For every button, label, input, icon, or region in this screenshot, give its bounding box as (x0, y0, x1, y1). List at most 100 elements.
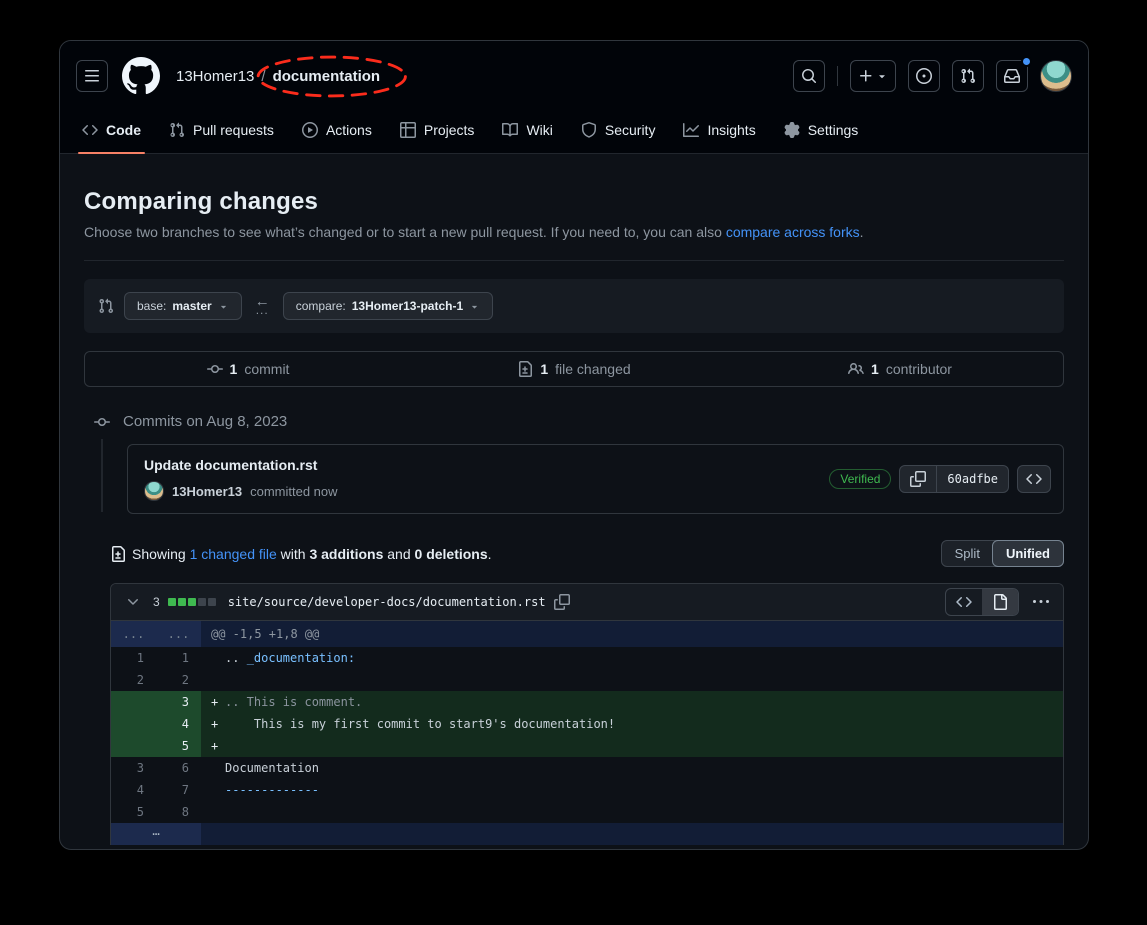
rendered-view-button[interactable] (982, 589, 1018, 615)
create-new-button[interactable] (850, 60, 896, 92)
plus-icon (858, 68, 874, 84)
copy-path-button[interactable] (554, 594, 570, 610)
base-branch-selector[interactable]: base: master (124, 292, 242, 320)
issues-button[interactable] (908, 60, 940, 92)
commit-meta: 13Homer13 committed now (144, 481, 338, 501)
tab-security[interactable]: Security (567, 107, 670, 153)
diff-block-addition (188, 598, 196, 606)
commit-sha: 60adfbe (947, 472, 998, 486)
split-view-button[interactable]: Split (942, 541, 993, 566)
diff-stat-blocks (168, 598, 216, 606)
code-line: ------------- (201, 779, 1063, 801)
source-view-button[interactable] (946, 589, 982, 615)
tab-code[interactable]: Code (68, 107, 155, 153)
compare-branch-name: 13Homer13-patch-1 (352, 299, 463, 313)
branch-selector-bar: base: master ← ... compare: 13Homer13-pa… (84, 279, 1064, 333)
shield-icon (581, 122, 597, 138)
github-window: 13Homer13 / documentation (59, 40, 1089, 850)
breadcrumb-owner-link[interactable]: 13Homer13 (176, 68, 254, 85)
tab-insights[interactable]: Insights (669, 107, 769, 153)
compare-label: compare: (296, 299, 346, 313)
old-line-number: 3 (111, 757, 156, 779)
user-avatar[interactable] (1040, 60, 1072, 92)
unified-view-button[interactable]: Unified (992, 540, 1064, 567)
file-header-actions (945, 588, 1053, 616)
tab-pull-requests[interactable]: Pull requests (155, 107, 288, 153)
expander-dots: ⋯ (111, 823, 201, 845)
changed-file-link[interactable]: 1 changed file (190, 546, 277, 562)
browse-code-button[interactable] (1017, 465, 1051, 493)
commit-info: Update documentation.rst 13Homer13 commi… (144, 457, 338, 501)
commits-stat[interactable]: 1 commit (85, 361, 411, 377)
diff-block-addition (178, 598, 186, 606)
commit-author-avatar[interactable] (144, 481, 164, 501)
diff-sign: + (211, 735, 225, 757)
commit-time-text: committed now (250, 484, 337, 499)
diff-line: 4 7 ------------- (111, 779, 1063, 801)
tab-actions[interactable]: Actions (288, 107, 386, 153)
code-line: + (201, 735, 1063, 757)
git-pull-request-icon (169, 122, 185, 138)
diff-line: 5 8 (111, 801, 1063, 823)
copy-sha-button[interactable] (899, 465, 937, 493)
diff-line: 1 1 .. _documentation: (111, 647, 1063, 669)
code-icon (82, 122, 98, 138)
commits-timeline: Commits on Aug 8, 2023 Update documentat… (84, 413, 1064, 514)
breadcrumb-repo-link[interactable]: documentation (273, 68, 381, 85)
files-changed-stat[interactable]: 1 file changed (411, 361, 737, 377)
triangle-down-icon (876, 70, 888, 82)
breadcrumb: 13Homer13 / documentation (176, 68, 380, 85)
code-line: +.. This is comment. (201, 691, 1063, 713)
new-line-number: 7 (156, 779, 201, 801)
header-divider (837, 66, 838, 86)
search-button[interactable] (793, 60, 825, 92)
code-text: .. This is comment. (225, 695, 362, 709)
page-title: Comparing changes (84, 188, 1064, 216)
diff-table: ... ... @@ -1,5 +1,8 @@ 1 1 .. _document… (111, 621, 1063, 845)
diff-view-toggle: Split Unified (941, 540, 1064, 567)
hamburger-menu-button[interactable] (76, 60, 108, 92)
subtitle-text: Choose two branches to see what’s change… (84, 224, 726, 240)
sha-button-group: 60adfbe (899, 465, 1009, 493)
header-actions (793, 60, 1072, 92)
diff-line: 2 2 (111, 669, 1063, 691)
old-line-number (111, 691, 156, 713)
app-header-zone: 13Homer13 / documentation (60, 41, 1088, 154)
new-line-number: 2 (156, 669, 201, 691)
compare-branch-selector[interactable]: compare: 13Homer13-patch-1 (283, 292, 493, 320)
file-icon (992, 594, 1008, 610)
new-line-number: 8 (156, 801, 201, 823)
collapse-file-button[interactable] (121, 594, 145, 610)
new-line-number: 5 (156, 735, 201, 757)
code-line (201, 801, 1063, 823)
tab-label: Insights (707, 122, 755, 138)
commit-author-link[interactable]: 13Homer13 (172, 484, 242, 499)
compare-across-forks-link[interactable]: compare across forks (726, 224, 860, 240)
git-commit-icon (94, 414, 110, 430)
verified-badge[interactable]: Verified (829, 469, 891, 489)
file-options-button[interactable] (1029, 594, 1053, 610)
hunk-header-text: @@ -1,5 +1,8 @@ (201, 621, 1063, 647)
subtitle-period: . (860, 224, 864, 240)
commit-actions: Verified 60adfbe (829, 465, 1051, 493)
commit-sha-button[interactable]: 60adfbe (937, 465, 1009, 493)
github-logo[interactable] (122, 57, 160, 95)
breadcrumb-separator: / (261, 68, 265, 85)
git-commit-icon (207, 361, 223, 377)
inbox-icon (1004, 68, 1020, 84)
commit-title-link[interactable]: Update documentation.rst (144, 457, 338, 473)
pull-requests-button[interactable] (952, 60, 984, 92)
commit-card: Update documentation.rst 13Homer13 commi… (127, 444, 1064, 514)
commits-date-heading: Commits on Aug 8, 2023 (84, 413, 1064, 430)
tab-wiki[interactable]: Wiki (488, 107, 566, 153)
old-line-number: 1 (111, 647, 156, 669)
inbox-wrap (996, 60, 1028, 92)
contributors-stat[interactable]: 1 contributor (737, 361, 1063, 377)
tab-settings[interactable]: Settings (770, 107, 873, 153)
new-line-number: 4 (156, 713, 201, 735)
expand-diff-row[interactable]: ⋯ (111, 823, 1063, 845)
tab-projects[interactable]: Projects (386, 107, 489, 153)
file-diff-panel: 3 site/source/developer-docs/documentati… (110, 583, 1064, 845)
deletions-count: 0 deletions (415, 546, 488, 562)
compare-range-indicator: ← ... (255, 297, 270, 315)
